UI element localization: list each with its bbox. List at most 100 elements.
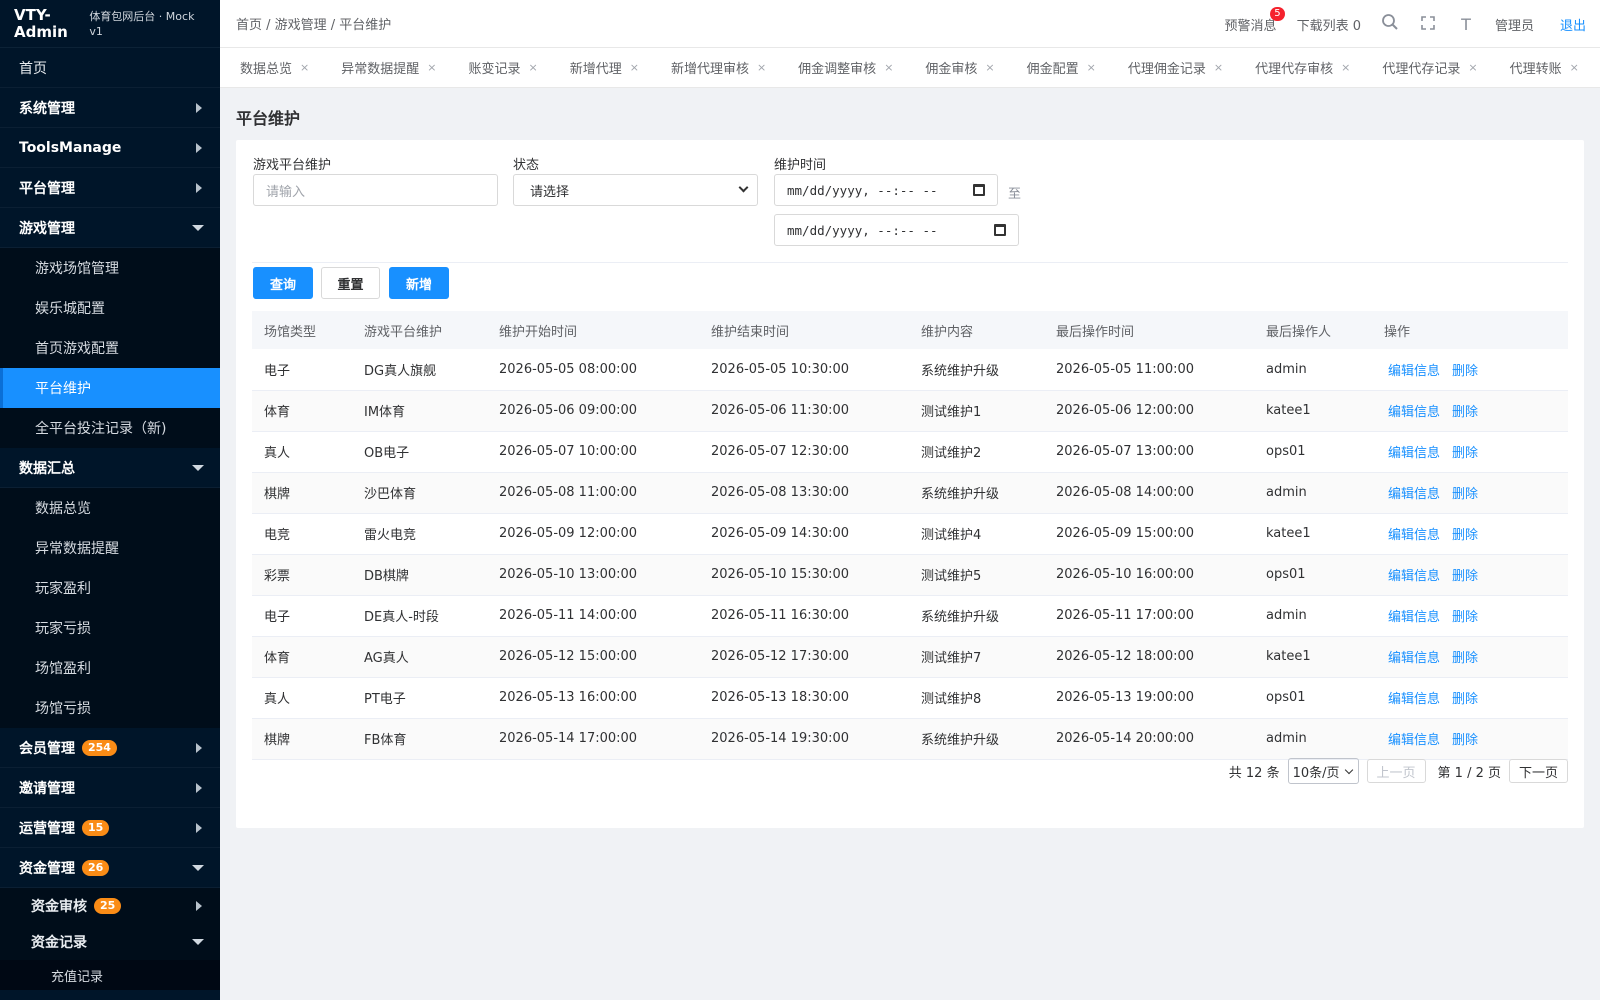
sidebar-item-15[interactable]: 场馆盈利 xyxy=(0,648,220,688)
sidebar-item-6[interactable]: 娱乐城配置 xyxy=(0,288,220,328)
sidebar-item-17[interactable]: 会员管理 254 xyxy=(0,728,220,768)
delete-link[interactable]: 删除 xyxy=(1452,405,1478,420)
delete-link[interactable]: 删除 xyxy=(1452,651,1478,666)
sidebar-item-8[interactable]: 平台维护 xyxy=(0,368,220,408)
edit-link[interactable]: 编辑信息 xyxy=(1388,487,1440,502)
tab-item[interactable]: 新增代理审核 × xyxy=(651,48,778,87)
reset-button[interactable]: 重置 xyxy=(321,267,380,299)
close-icon[interactable]: × xyxy=(1341,61,1350,74)
delete-link[interactable]: 删除 xyxy=(1452,528,1478,543)
tab-item[interactable]: 代理转账 × xyxy=(1490,48,1591,87)
sidebar-item-23[interactable]: 充值记录 xyxy=(0,960,220,990)
time-start-input[interactable]: mm/dd/yyyy, --:-- -- xyxy=(774,174,998,206)
tab-item[interactable]: 代理佣金记录 × xyxy=(1108,48,1235,87)
tab-item[interactable]: 代理转账审核× xyxy=(1591,48,1600,87)
tab-item[interactable]: 佣金审核 × xyxy=(905,48,1006,87)
edit-link[interactable]: 编辑信息 xyxy=(1388,692,1440,707)
sidebar-item-21[interactable]: 资金审核 25 xyxy=(0,888,220,924)
chevron-down-icon xyxy=(192,224,204,231)
tab-item[interactable]: 佣金配置 × xyxy=(1007,48,1108,87)
tab-item[interactable]: 代理代存审核 × xyxy=(1235,48,1362,87)
sidebar-item-0[interactable]: 首页 xyxy=(0,48,220,88)
sidebar-item-12[interactable]: 异常数据提醒 xyxy=(0,528,220,568)
sidebar-item-16[interactable]: 场馆亏损 xyxy=(0,688,220,728)
sidebar-item-18[interactable]: 邀请管理 xyxy=(0,768,220,808)
close-icon[interactable]: × xyxy=(1570,61,1579,74)
sidebar-item-14[interactable]: 玩家亏损 xyxy=(0,608,220,648)
column-header: 最后操作人 xyxy=(1254,311,1372,349)
platform-input[interactable]: 请输入 xyxy=(253,174,498,206)
brand: VTY-Admin 体育包网后台 · Mock v1 xyxy=(0,0,220,48)
delete-link[interactable]: 删除 xyxy=(1452,446,1478,461)
sidebar-item-2[interactable]: ToolsManage xyxy=(0,128,220,168)
close-icon[interactable]: × xyxy=(427,61,436,74)
close-icon[interactable]: × xyxy=(1214,61,1223,74)
tab-item[interactable]: 账变记录 × xyxy=(448,48,549,87)
sidebar-item-3[interactable]: 平台管理 xyxy=(0,168,220,208)
calendar-icon[interactable] xyxy=(994,224,1006,236)
sidebar-item-label: 首页 xyxy=(19,60,47,77)
tab-item[interactable]: 数据总览 × xyxy=(220,48,321,87)
table-cell: DB棋牌 xyxy=(352,554,487,596)
edit-link[interactable]: 编辑信息 xyxy=(1388,569,1440,584)
sidebar-item-20[interactable]: 资金管理 26 xyxy=(0,848,220,888)
user-name[interactable]: 管理员 xyxy=(1495,15,1534,34)
edit-link[interactable]: 编辑信息 xyxy=(1388,446,1440,461)
edit-link[interactable]: 编辑信息 xyxy=(1388,405,1440,420)
sidebar-item-1[interactable]: 系统管理 xyxy=(0,88,220,128)
sidebar-item-13[interactable]: 玩家盈利 xyxy=(0,568,220,608)
query-button[interactable]: 查询 xyxy=(253,267,313,299)
calendar-icon[interactable] xyxy=(973,184,985,196)
close-icon[interactable]: × xyxy=(985,61,994,74)
page-size-select[interactable]: 10条/页 xyxy=(1287,758,1359,784)
chevron-right-icon xyxy=(196,142,202,153)
delete-link[interactable]: 删除 xyxy=(1452,610,1478,625)
sidebar-item-10[interactable]: 数据汇总 xyxy=(0,448,220,488)
table-cell: ops01 xyxy=(1254,677,1372,719)
tab-item[interactable]: 代理代存记录 × xyxy=(1362,48,1489,87)
alerts-link[interactable]: 预警消息 5 xyxy=(1225,6,1285,34)
column-header: 维护内容 xyxy=(909,311,1044,349)
delete-link[interactable]: 删除 xyxy=(1452,487,1478,502)
time-end-input[interactable]: mm/dd/yyyy, --:-- -- xyxy=(774,214,1019,246)
downloads-link[interactable]: 下载列表 0 xyxy=(1297,15,1361,34)
table-cell: 沙巴体育 xyxy=(352,472,487,514)
sidebar-item-19[interactable]: 运营管理 15 xyxy=(0,808,220,848)
delete-link[interactable]: 删除 xyxy=(1452,569,1478,584)
font-size-icon[interactable]: T xyxy=(1457,15,1475,34)
sidebar-item-5[interactable]: 游戏场馆管理 xyxy=(0,248,220,288)
table-cell: 电竞 xyxy=(252,513,352,555)
table-cell: 2026-05-06 11:30:00 xyxy=(699,390,909,432)
sidebar-item-7[interactable]: 首页游戏配置 xyxy=(0,328,220,368)
delete-link[interactable]: 删除 xyxy=(1452,364,1478,379)
close-icon[interactable]: × xyxy=(300,61,309,74)
delete-link[interactable]: 删除 xyxy=(1452,692,1478,707)
edit-link[interactable]: 编辑信息 xyxy=(1388,610,1440,625)
close-icon[interactable]: × xyxy=(757,61,766,74)
sidebar-item-22[interactable]: 资金记录 xyxy=(0,924,220,960)
next-page-button[interactable]: 下一页 xyxy=(1508,759,1568,783)
tab-item[interactable]: 新增代理 × xyxy=(550,48,651,87)
close-icon[interactable]: × xyxy=(1087,61,1096,74)
sidebar-item-11[interactable]: 数据总览 xyxy=(0,488,220,528)
prev-page-button[interactable]: 上一页 xyxy=(1366,759,1426,783)
edit-link[interactable]: 编辑信息 xyxy=(1388,733,1440,748)
edit-link[interactable]: 编辑信息 xyxy=(1388,651,1440,666)
sidebar-item-9[interactable]: 全平台投注记录（新) xyxy=(0,408,220,448)
close-icon[interactable]: × xyxy=(630,61,639,74)
fullscreen-icon[interactable] xyxy=(1419,15,1437,34)
edit-link[interactable]: 编辑信息 xyxy=(1388,364,1440,379)
tab-item[interactable]: 佣金调整审核 × xyxy=(778,48,905,87)
close-icon[interactable]: × xyxy=(528,61,537,74)
close-icon[interactable]: × xyxy=(1468,61,1477,74)
sidebar-item-4[interactable]: 游戏管理 xyxy=(0,208,220,248)
logout-button[interactable]: 退出 xyxy=(1560,15,1586,34)
search-icon[interactable] xyxy=(1381,13,1399,35)
edit-link[interactable]: 编辑信息 xyxy=(1388,528,1440,543)
delete-link[interactable]: 删除 xyxy=(1452,733,1478,748)
tab-item[interactable]: 异常数据提醒 × xyxy=(321,48,448,87)
close-icon[interactable]: × xyxy=(884,61,893,74)
add-button[interactable]: 新增 xyxy=(389,267,449,299)
status-select[interactable]: 请选择 xyxy=(513,174,758,206)
table-cell: 2026-05-10 16:00:00 xyxy=(1044,554,1254,596)
